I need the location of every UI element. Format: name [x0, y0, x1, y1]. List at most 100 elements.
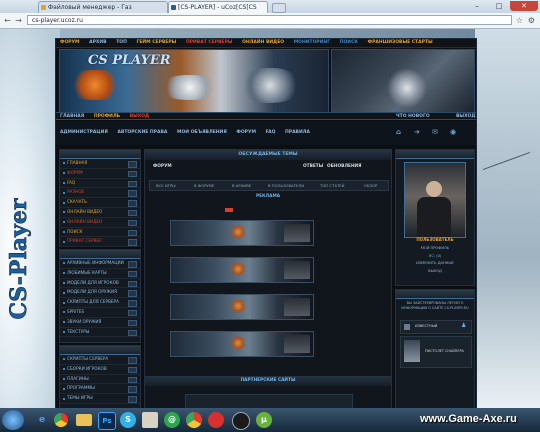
subnav-item[interactable]: ФОРУМ — [236, 129, 256, 137]
utorrent-icon[interactable]: µ — [256, 412, 272, 428]
mail-icon[interactable]: ✉ — [432, 128, 438, 136]
left-menu-item[interactable]: СКАЧАТЬ — [60, 198, 140, 208]
user-link[interactable]: ВЫХОД — [396, 268, 474, 276]
filter-item[interactable]: ТОП СТАТЕЙ — [320, 181, 345, 190]
top-menu-item[interactable]: ТОП — [116, 39, 127, 47]
top-menu-item[interactable]: ПОИСК — [340, 39, 358, 47]
app-icon-red[interactable] — [208, 412, 224, 428]
filter-item[interactable]: В АРХИВЕ — [232, 181, 251, 190]
ie-icon[interactable]: e — [32, 410, 52, 430]
arrow-button[interactable] — [128, 366, 137, 374]
left-menu-item[interactable]: РАЗНОЕ — [60, 188, 140, 199]
left-menu-item[interactable]: ПРОГРАММЫ — [60, 384, 140, 395]
filter-item[interactable]: ОБЗОР — [364, 181, 377, 190]
mini-user-card[interactable]: ПИСТОЛЕТ СНАЙПЕРА — [400, 336, 472, 368]
chrome-icon-2[interactable] — [186, 412, 202, 428]
center-tab-forum[interactable]: ФОРУМ — [153, 164, 172, 169]
nav-item[interactable]: ЧТО НОВОГО — [396, 113, 430, 121]
arrow-button[interactable] — [128, 180, 137, 188]
subnav-item[interactable]: МОИ ОБЪЯВЛЕНИЯ — [177, 129, 227, 137]
left-menu-item[interactable]: ПРИВАТ СЕРВЕР — [60, 237, 140, 248]
filter-item[interactable]: В ПОЛЬЗОВАТЕЛИ — [268, 181, 304, 190]
star-icon[interactable]: ☆ — [515, 16, 524, 25]
top-menu-item[interactable]: ОНЛАЙН ВИДЕО — [242, 39, 284, 47]
arrow-button[interactable] — [128, 290, 137, 297]
left-menu-item[interactable]: СКРИПТЫ СЕРВЕРА — [60, 355, 140, 365]
arrow-button[interactable] — [128, 209, 137, 217]
arrow-button[interactable] — [128, 190, 137, 197]
skype-icon[interactable]: S — [120, 412, 136, 428]
center-tab-answers[interactable]: ОТВЕТЫ — [303, 164, 323, 169]
top-menu-item[interactable]: ФРАНШИЗОВЫЕ СТАРТЫ — [368, 39, 433, 47]
wrench-icon[interactable]: ⚙ — [527, 16, 536, 25]
nav-item[interactable]: ВЫХОД — [456, 113, 475, 121]
arrow-button[interactable] — [128, 309, 137, 317]
arrow-button[interactable] — [128, 280, 137, 288]
icq-icon[interactable]: @ — [164, 412, 180, 428]
user-link[interactable]: ЛС: (0) — [396, 253, 474, 261]
left-menu-item[interactable]: FAQ — [60, 179, 140, 189]
ad-banner[interactable] — [170, 331, 314, 357]
left-menu-item[interactable]: ЛЮБИМЫЕ КАРТЫ — [60, 269, 140, 279]
left-menu-item[interactable]: ОНЛАЙН ВИДЕО — [60, 218, 140, 228]
arrow-button[interactable] — [128, 270, 137, 278]
new-tab-button[interactable] — [272, 3, 286, 13]
subnav-item[interactable]: ПРАВИЛА — [285, 129, 310, 137]
top-menu-item[interactable]: АРХИВ — [89, 39, 106, 47]
ad-banner[interactable] — [170, 294, 314, 320]
nav-item[interactable]: ГЛАВНАЯ — [60, 113, 84, 121]
top-menu-item[interactable]: МОНИТОРИНГ — [294, 39, 330, 47]
left-menu-item[interactable]: ЗВУКИ ОРУЖИЯ — [60, 318, 140, 328]
left-menu-item[interactable]: ТЕКСТУРЫ — [60, 328, 140, 338]
back-arrow-icon[interactable]: ← — [3, 16, 12, 25]
photoshop-icon[interactable]: Ps — [98, 412, 116, 430]
left-menu-item[interactable]: МОДЕЛИ ДЛЯ ОРУЖИЯ — [60, 288, 140, 299]
tab-cs-player[interactable]: [CS-PLAYER] - uCoz[CS[CS — [168, 1, 268, 13]
top-menu-item[interactable]: ФОРУМ — [60, 39, 80, 47]
arrow-button[interactable] — [128, 219, 137, 227]
nav-item[interactable]: ВЫХОД — [130, 113, 149, 121]
arrow-button[interactable] — [128, 386, 137, 393]
left-menu-item[interactable]: ГЛАВНАЯ — [60, 159, 140, 169]
subnav-item[interactable]: АДМИНИСТРАЦИЯ — [60, 129, 108, 137]
ad-banner[interactable] — [170, 220, 314, 246]
minimize-button[interactable]: – — [466, 1, 488, 11]
arrow-button[interactable] — [128, 376, 137, 384]
subnav-item[interactable]: FAQ — [266, 129, 276, 137]
arrow-button[interactable] — [128, 357, 137, 364]
url-input[interactable]: cs-player.ucoz.ru — [27, 15, 512, 25]
arrow-button[interactable] — [128, 300, 137, 307]
left-menu-item[interactable]: СКРИПТЫ ДЛЯ СЕРВЕРА — [60, 298, 140, 308]
arrow-button[interactable] — [128, 239, 137, 246]
explorer-icon[interactable] — [76, 414, 92, 426]
steam-icon[interactable] — [232, 412, 250, 430]
forward-arrow-icon[interactable]: → — [14, 16, 23, 25]
left-menu-item[interactable]: СБОРКИ ИГРОКОВ — [60, 365, 140, 375]
top-menu-item[interactable]: ПРИВАТ СЕРВЕРЫ — [186, 39, 233, 47]
center-tab-updates[interactable]: ОБНОВЛЕНИЯ — [327, 164, 361, 169]
chrome-icon[interactable] — [54, 413, 68, 427]
arrow-button[interactable] — [128, 200, 137, 207]
filter-item[interactable]: В ФОРУМЕ — [194, 181, 214, 190]
filter-item[interactable]: ВСЕ ИГРЫ — [156, 181, 176, 190]
arrow-button[interactable] — [128, 396, 137, 403]
left-menu-item[interactable]: SPRITES — [60, 308, 140, 318]
left-menu-item[interactable]: АРХИВНЫЕ ИНФОРМАЦИИ — [60, 259, 140, 269]
left-menu-item[interactable]: ПЛАГИНЫ — [60, 375, 140, 385]
top-menu-item[interactable]: ГЕЙМ СЕРВЕРЫ — [136, 39, 176, 47]
left-menu-item[interactable]: ОНЛАЙН ВИДЕО — [60, 208, 140, 218]
arrow-button[interactable] — [128, 229, 137, 237]
arrow-button[interactable] — [128, 329, 137, 337]
arrow-button[interactable] — [128, 161, 137, 168]
left-menu-item[interactable]: ПОИСК — [60, 228, 140, 238]
close-button[interactable]: ✕ — [510, 1, 538, 11]
left-menu-item[interactable]: ТЕМЫ ИГРЫ — [60, 394, 140, 404]
arrow-button[interactable] — [128, 261, 137, 268]
arrow-button[interactable] — [128, 319, 137, 327]
home-icon[interactable]: ⌂ — [396, 128, 401, 136]
start-button[interactable] — [2, 410, 24, 430]
rss-icon[interactable]: ◉ — [450, 128, 456, 136]
user-link[interactable]: МОЙ ПРОФИЛЬ — [396, 245, 474, 253]
user-name[interactable]: ПОЛЬЗОВАТЕЛЬ — [396, 237, 474, 242]
user-link[interactable]: ИЗМЕНИТЬ ДАННЫЕ — [396, 260, 474, 268]
